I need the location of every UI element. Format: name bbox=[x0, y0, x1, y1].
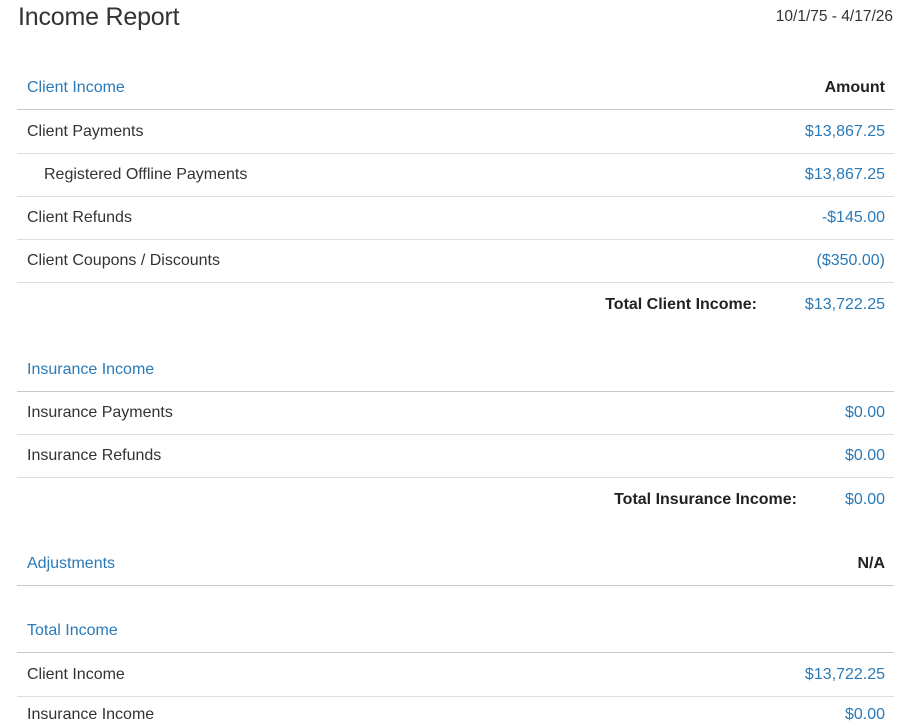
insurance-payments-amount: $0.00 bbox=[844, 404, 885, 421]
total-row: Total Client Income: $13,722.25 bbox=[17, 283, 894, 326]
table-row: Client Refunds -$145.00 bbox=[17, 197, 894, 240]
client-refunds-amount: -$145.00 bbox=[821, 209, 885, 226]
table-row: Insurance Refunds $0.00 bbox=[17, 435, 894, 478]
adjustments-title: Adjustments bbox=[27, 554, 116, 572]
total-client-income-label: Total Client Income: bbox=[605, 295, 757, 313]
total-client-income-row-label: Client Income bbox=[27, 666, 125, 683]
insurance-refunds-label: Insurance Refunds bbox=[27, 447, 162, 464]
adjustments-value: N/A bbox=[857, 554, 885, 572]
total-row: Total Insurance Income: $0.00 bbox=[17, 478, 894, 521]
table-row: Client Income $13,722.25 bbox=[17, 654, 894, 697]
total-income-header: Total Income bbox=[17, 609, 894, 653]
client-payments-amount: $13,867.25 bbox=[804, 123, 885, 140]
client-income-header: Client Income Amount bbox=[17, 66, 894, 110]
report-title: Income Report bbox=[18, 3, 180, 31]
total-income-title: Total Income bbox=[27, 621, 118, 639]
client-payments-label: Client Payments bbox=[27, 123, 144, 140]
total-insurance-income-label: Total Insurance Income: bbox=[614, 490, 797, 508]
registered-offline-payments-amount: $13,867.25 bbox=[804, 166, 885, 183]
client-refunds-label: Client Refunds bbox=[27, 209, 132, 226]
client-coupons-label: Client Coupons / Discounts bbox=[27, 252, 220, 269]
insurance-income-title: Insurance Income bbox=[27, 360, 155, 378]
table-row: Client Payments $13,867.25 bbox=[17, 111, 894, 154]
total-insurance-income-amount: $0.00 bbox=[844, 490, 885, 508]
table-row: Client Coupons / Discounts ($350.00) bbox=[17, 240, 894, 283]
total-client-income-amount: $13,722.25 bbox=[804, 295, 885, 313]
total-insurance-income-row-label: Insurance Income bbox=[27, 706, 155, 723]
insurance-refunds-amount: $0.00 bbox=[844, 447, 885, 464]
client-coupons-amount: ($350.00) bbox=[816, 252, 886, 269]
insurance-payments-label: Insurance Payments bbox=[27, 404, 173, 421]
table-row: Insurance Payments $0.00 bbox=[17, 392, 894, 435]
total-insurance-income-row-amount: $0.00 bbox=[844, 706, 885, 723]
registered-offline-payments-label: Registered Offline Payments bbox=[44, 166, 248, 183]
table-row: Registered Offline Payments $13,867.25 bbox=[17, 154, 894, 197]
table-row: Insurance Income $0.00 bbox=[17, 697, 894, 725]
date-range: 10/1/75 - 4/17/26 bbox=[775, 8, 893, 25]
insurance-income-header: Insurance Income bbox=[17, 348, 894, 392]
total-client-income-row-amount: $13,722.25 bbox=[804, 666, 885, 683]
amount-column-header: Amount bbox=[824, 78, 885, 96]
adjustments-header: Adjustments N/A bbox=[17, 542, 894, 586]
client-income-title: Client Income bbox=[27, 78, 125, 96]
